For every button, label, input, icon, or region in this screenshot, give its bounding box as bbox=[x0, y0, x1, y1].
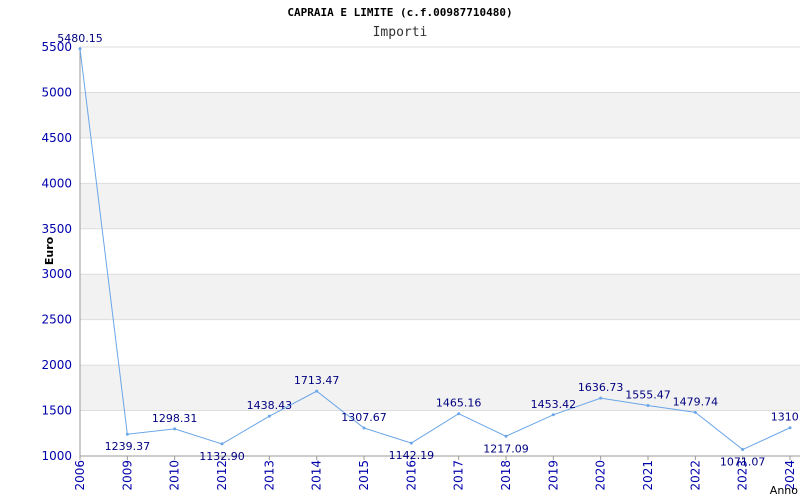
y-tick-label: 1000 bbox=[41, 449, 72, 463]
grid-band bbox=[80, 183, 800, 229]
x-tick-label: 2009 bbox=[120, 460, 134, 491]
data-point bbox=[599, 396, 603, 400]
data-point bbox=[504, 434, 508, 438]
y-tick-label: 2000 bbox=[41, 358, 72, 372]
data-label: 1239.37 bbox=[105, 440, 151, 453]
y-tick-label: 3500 bbox=[41, 222, 72, 236]
data-label: 1071.07 bbox=[720, 456, 766, 469]
x-tick-label: 2018 bbox=[499, 460, 513, 491]
y-tick-label: 2500 bbox=[41, 313, 72, 327]
data-label: 5480.15 bbox=[57, 32, 103, 45]
x-tick-label: 2015 bbox=[357, 460, 371, 491]
y-tick-label: 4000 bbox=[41, 176, 72, 190]
data-point bbox=[362, 426, 366, 430]
data-label: 1555.47 bbox=[625, 389, 671, 402]
data-point bbox=[693, 410, 697, 414]
data-point bbox=[125, 432, 129, 436]
x-tick-label: 2021 bbox=[641, 460, 655, 491]
x-tick-label: 2012 bbox=[215, 460, 229, 491]
data-label: 1636.73 bbox=[578, 381, 624, 394]
data-label: 1438.43 bbox=[247, 399, 293, 412]
y-axis-title: Euro bbox=[43, 236, 56, 265]
x-tick-label: 2022 bbox=[688, 460, 702, 491]
x-tick-label: 2019 bbox=[546, 460, 560, 491]
data-point bbox=[78, 47, 82, 51]
data-label: 1132.90 bbox=[199, 450, 245, 463]
data-point bbox=[788, 426, 792, 430]
data-point bbox=[315, 389, 319, 393]
y-tick-label: 4500 bbox=[41, 131, 72, 145]
y-tick-label: 1500 bbox=[41, 404, 72, 418]
data-point bbox=[741, 448, 745, 452]
data-label: 1465.16 bbox=[436, 397, 482, 410]
x-tick-label: 2017 bbox=[452, 460, 466, 491]
data-label: 1307.67 bbox=[341, 411, 387, 424]
data-point bbox=[220, 442, 224, 446]
y-tick-label: 3000 bbox=[41, 267, 72, 281]
y-tick-label: 5000 bbox=[41, 85, 72, 99]
grid-band bbox=[80, 92, 800, 138]
x-tick-label: 2006 bbox=[73, 460, 87, 491]
plot-area: 1000150020002500300035004000450050005500… bbox=[41, 32, 800, 497]
data-label: 1453.42 bbox=[531, 398, 577, 411]
data-point bbox=[551, 413, 555, 417]
grid-band bbox=[80, 274, 800, 320]
x-tick-label: 2016 bbox=[404, 460, 418, 491]
x-axis-title: Anno bbox=[770, 484, 798, 497]
x-tick-label: 2020 bbox=[594, 460, 608, 491]
chart: CAPRAIA E LIMITE (c.f.00987710480) Impor… bbox=[0, 0, 800, 500]
x-tick-label: 2013 bbox=[262, 460, 276, 491]
x-tick-label: 2010 bbox=[168, 460, 182, 491]
data-label: 1217.09 bbox=[483, 442, 529, 455]
data-point bbox=[173, 427, 177, 431]
data-label: 1142.19 bbox=[389, 449, 435, 462]
data-point bbox=[409, 441, 413, 445]
data-point bbox=[267, 414, 271, 418]
data-label: 1298.31 bbox=[152, 412, 198, 425]
data-point bbox=[646, 404, 650, 408]
x-tick-label: 2014 bbox=[310, 460, 324, 491]
data-label: 1479.74 bbox=[673, 395, 719, 408]
data-point bbox=[457, 412, 461, 416]
data-label: 1713.47 bbox=[294, 374, 340, 387]
data-label: 1310.9 bbox=[771, 411, 800, 424]
